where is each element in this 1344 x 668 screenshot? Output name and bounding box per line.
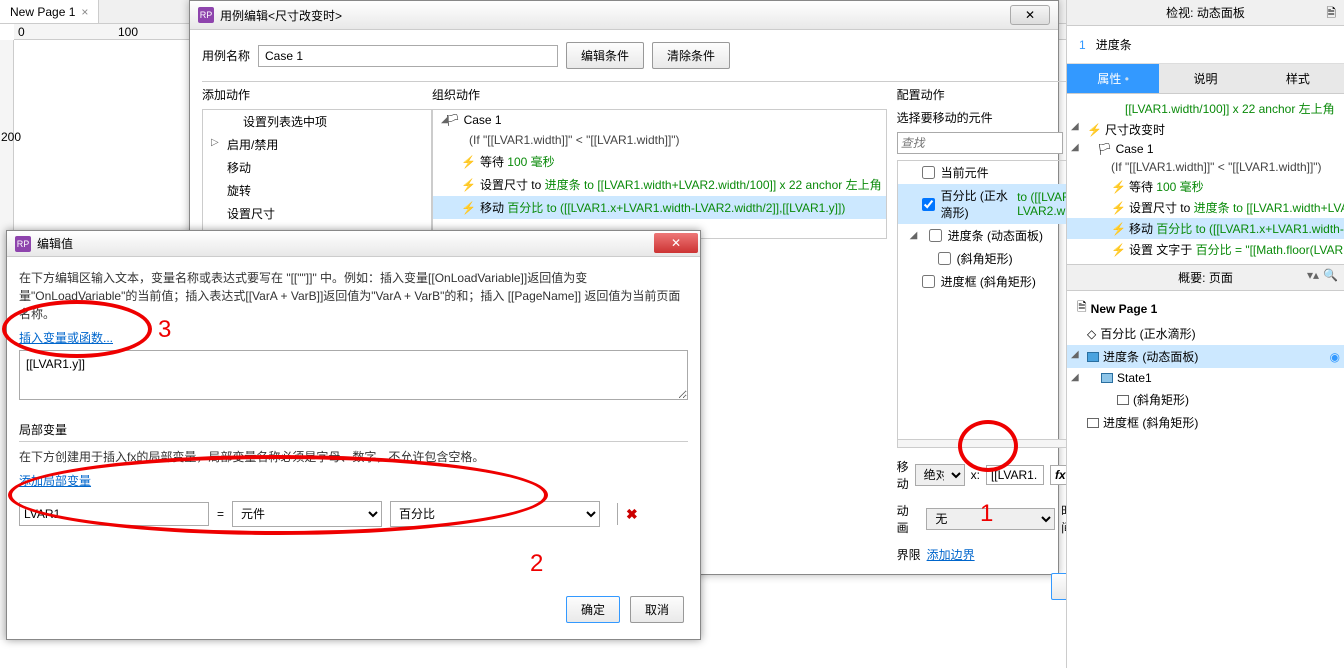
- widget-search-input[interactable]: [897, 132, 1063, 154]
- tree-case[interactable]: ◢🏳 Case 1: [1067, 140, 1344, 158]
- tree-action[interactable]: ⚡等待 100 毫秒: [1067, 176, 1344, 197]
- add-actions-header: 添加动作: [202, 82, 432, 109]
- tree-action[interactable]: ⚡设置尺寸 to 进度条 to [[LVAR1.width+LVAR2.widt…: [1067, 197, 1344, 218]
- delete-var-button[interactable]: ✖: [626, 506, 638, 523]
- local-var-desc: 在下方创建用于插入fx的局部变量，局部变量名称必须是字母、数字，不允许包含空格。: [19, 448, 688, 466]
- var-type-select[interactable]: 元件: [232, 501, 382, 527]
- edit-description: 在下方编辑区输入文本，变量名称或表达式要写在 "[[""]]" 中。例如：插入变…: [19, 269, 688, 323]
- page-tab[interactable]: New Page 1 ×: [0, 0, 99, 23]
- case-name-label: 用例名称: [202, 47, 250, 64]
- expression-input[interactable]: [[LVAR1.y]]: [19, 350, 688, 400]
- filter-icon[interactable]: ▾▴: [1307, 268, 1319, 282]
- move-x-input[interactable]: [986, 465, 1044, 485]
- edit-condition-button[interactable]: 编辑条件: [566, 42, 644, 69]
- anim-label: 动画: [897, 502, 921, 536]
- close-button[interactable]: ✕: [654, 233, 698, 253]
- action-item[interactable]: 设置尺寸: [203, 202, 431, 225]
- search-icon[interactable]: 🔍: [1323, 268, 1338, 282]
- outline-item[interactable]: ◢ 进度条 (动态面板)◉: [1067, 345, 1344, 368]
- outline-tree: 🗎 New Page 1 ◇ 百分比 (正水滴形) ◢ 进度条 (动态面板)◉ …: [1067, 291, 1344, 668]
- move-label: 移动: [897, 458, 909, 492]
- action-move[interactable]: ⚡移动 百分比 to ([[LVAR1.x+LVAR1.width-LVAR2.…: [433, 196, 886, 219]
- var-target-select[interactable]: 百分比: [390, 501, 600, 527]
- case-node[interactable]: ◢ 🏳 Case 1: [433, 110, 886, 130]
- inspector-title: 1 进度条: [1067, 26, 1344, 64]
- dialog-titlebar: RP 编辑值 ✕: [7, 231, 700, 257]
- outline-state[interactable]: ◢ State1: [1067, 368, 1344, 388]
- org-actions-header: 组织动作: [432, 82, 887, 109]
- case-name-input[interactable]: [258, 45, 558, 67]
- add-boundary-link[interactable]: 添加边界: [927, 546, 975, 563]
- outline-item[interactable]: (斜角矩形): [1067, 388, 1344, 411]
- inspector-header: 检视: 动态面板 🗎: [1067, 0, 1344, 26]
- clear-condition-button[interactable]: 清除条件: [652, 42, 730, 69]
- action-item[interactable]: 移动: [203, 156, 431, 179]
- page-icon[interactable]: 🗎: [1326, 4, 1336, 25]
- action-item[interactable]: ▷启用/禁用: [203, 133, 431, 156]
- app-icon: RP: [15, 236, 31, 252]
- tree-action[interactable]: [[LVAR1.width/100]] x 22 anchor 左上角: [1067, 98, 1344, 119]
- tab-properties[interactable]: 属性 •: [1067, 64, 1159, 94]
- cancel-button[interactable]: 取消: [630, 596, 684, 623]
- inspector-tabs: 属性 • 说明 样式: [1067, 64, 1344, 94]
- ok-button[interactable]: 确定: [566, 596, 620, 623]
- inspector-panel: 检视: 动态面板 🗎 1 进度条 属性 • 说明 样式 [[LVAR1.widt…: [1066, 0, 1344, 668]
- tree-condition: (If "[[LVAR1.width]]" < "[[LVAR1.width]]…: [1067, 158, 1344, 176]
- dialog-title-text: 编辑值: [37, 235, 692, 252]
- tree-event[interactable]: ◢⚡尺寸改变时: [1067, 119, 1344, 140]
- dialog-title-text: 用例编辑<尺寸改变时>: [220, 7, 1004, 24]
- outline-item[interactable]: ◇ 百分比 (正水滴形): [1067, 322, 1344, 345]
- move-type-select[interactable]: 绝对位: [915, 464, 965, 486]
- local-var-header: 局部变量: [19, 421, 688, 442]
- action-wait[interactable]: ⚡等待 100 毫秒: [433, 150, 886, 173]
- interactions-tree: [[LVAR1.width/100]] x 22 anchor 左上角 ◢⚡尺寸…: [1067, 94, 1344, 264]
- outline-header: 概要: 页面 ▾▴🔍: [1067, 264, 1344, 291]
- action-set-size[interactable]: ⚡设置尺寸 to 进度条 to [[LVAR1.width+LVAR2.widt…: [433, 173, 886, 196]
- var-name-input[interactable]: [19, 502, 209, 526]
- action-item[interactable]: 旋转: [203, 179, 431, 202]
- insert-var-link[interactable]: 插入变量或函数...: [19, 329, 688, 346]
- page-tab-label: New Page 1: [10, 5, 75, 19]
- case-condition: (If "[[LVAR1.width]]" < "[[LVAR1.width]]…: [433, 130, 886, 150]
- tree-action[interactable]: ⚡设置 文字于 百分比 = "[[Math.floor(LVAR1.width/: [1067, 239, 1344, 260]
- add-local-var-link[interactable]: 添加局部变量: [19, 472, 688, 489]
- widget-name: 进度条: [1096, 36, 1132, 53]
- tab-notes[interactable]: 说明: [1159, 64, 1251, 94]
- anim-select[interactable]: 无: [926, 508, 1055, 530]
- outline-item[interactable]: 进度框 (斜角矩形): [1067, 411, 1344, 434]
- tree-action[interactable]: ⚡移动 百分比 to ([[LVAR1.x+LVAR1.width-LVAR2.…: [1067, 218, 1344, 239]
- tab-style[interactable]: 样式: [1252, 64, 1344, 94]
- app-icon: RP: [198, 7, 214, 23]
- close-button[interactable]: ✕: [1010, 5, 1050, 25]
- widget-number: 1: [1079, 38, 1086, 52]
- edit-value-dialog: RP 编辑值 ✕ 在下方编辑区输入文本，变量名称或表达式要写在 "[[""]]"…: [6, 230, 701, 640]
- action-item[interactable]: 设置列表选中项: [203, 110, 431, 133]
- close-icon[interactable]: ×: [81, 5, 88, 19]
- bound-label: 界限: [897, 546, 921, 563]
- dialog-titlebar: RP 用例编辑<尺寸改变时> ✕: [190, 1, 1058, 30]
- outline-page[interactable]: 🗎 New Page 1: [1067, 295, 1344, 322]
